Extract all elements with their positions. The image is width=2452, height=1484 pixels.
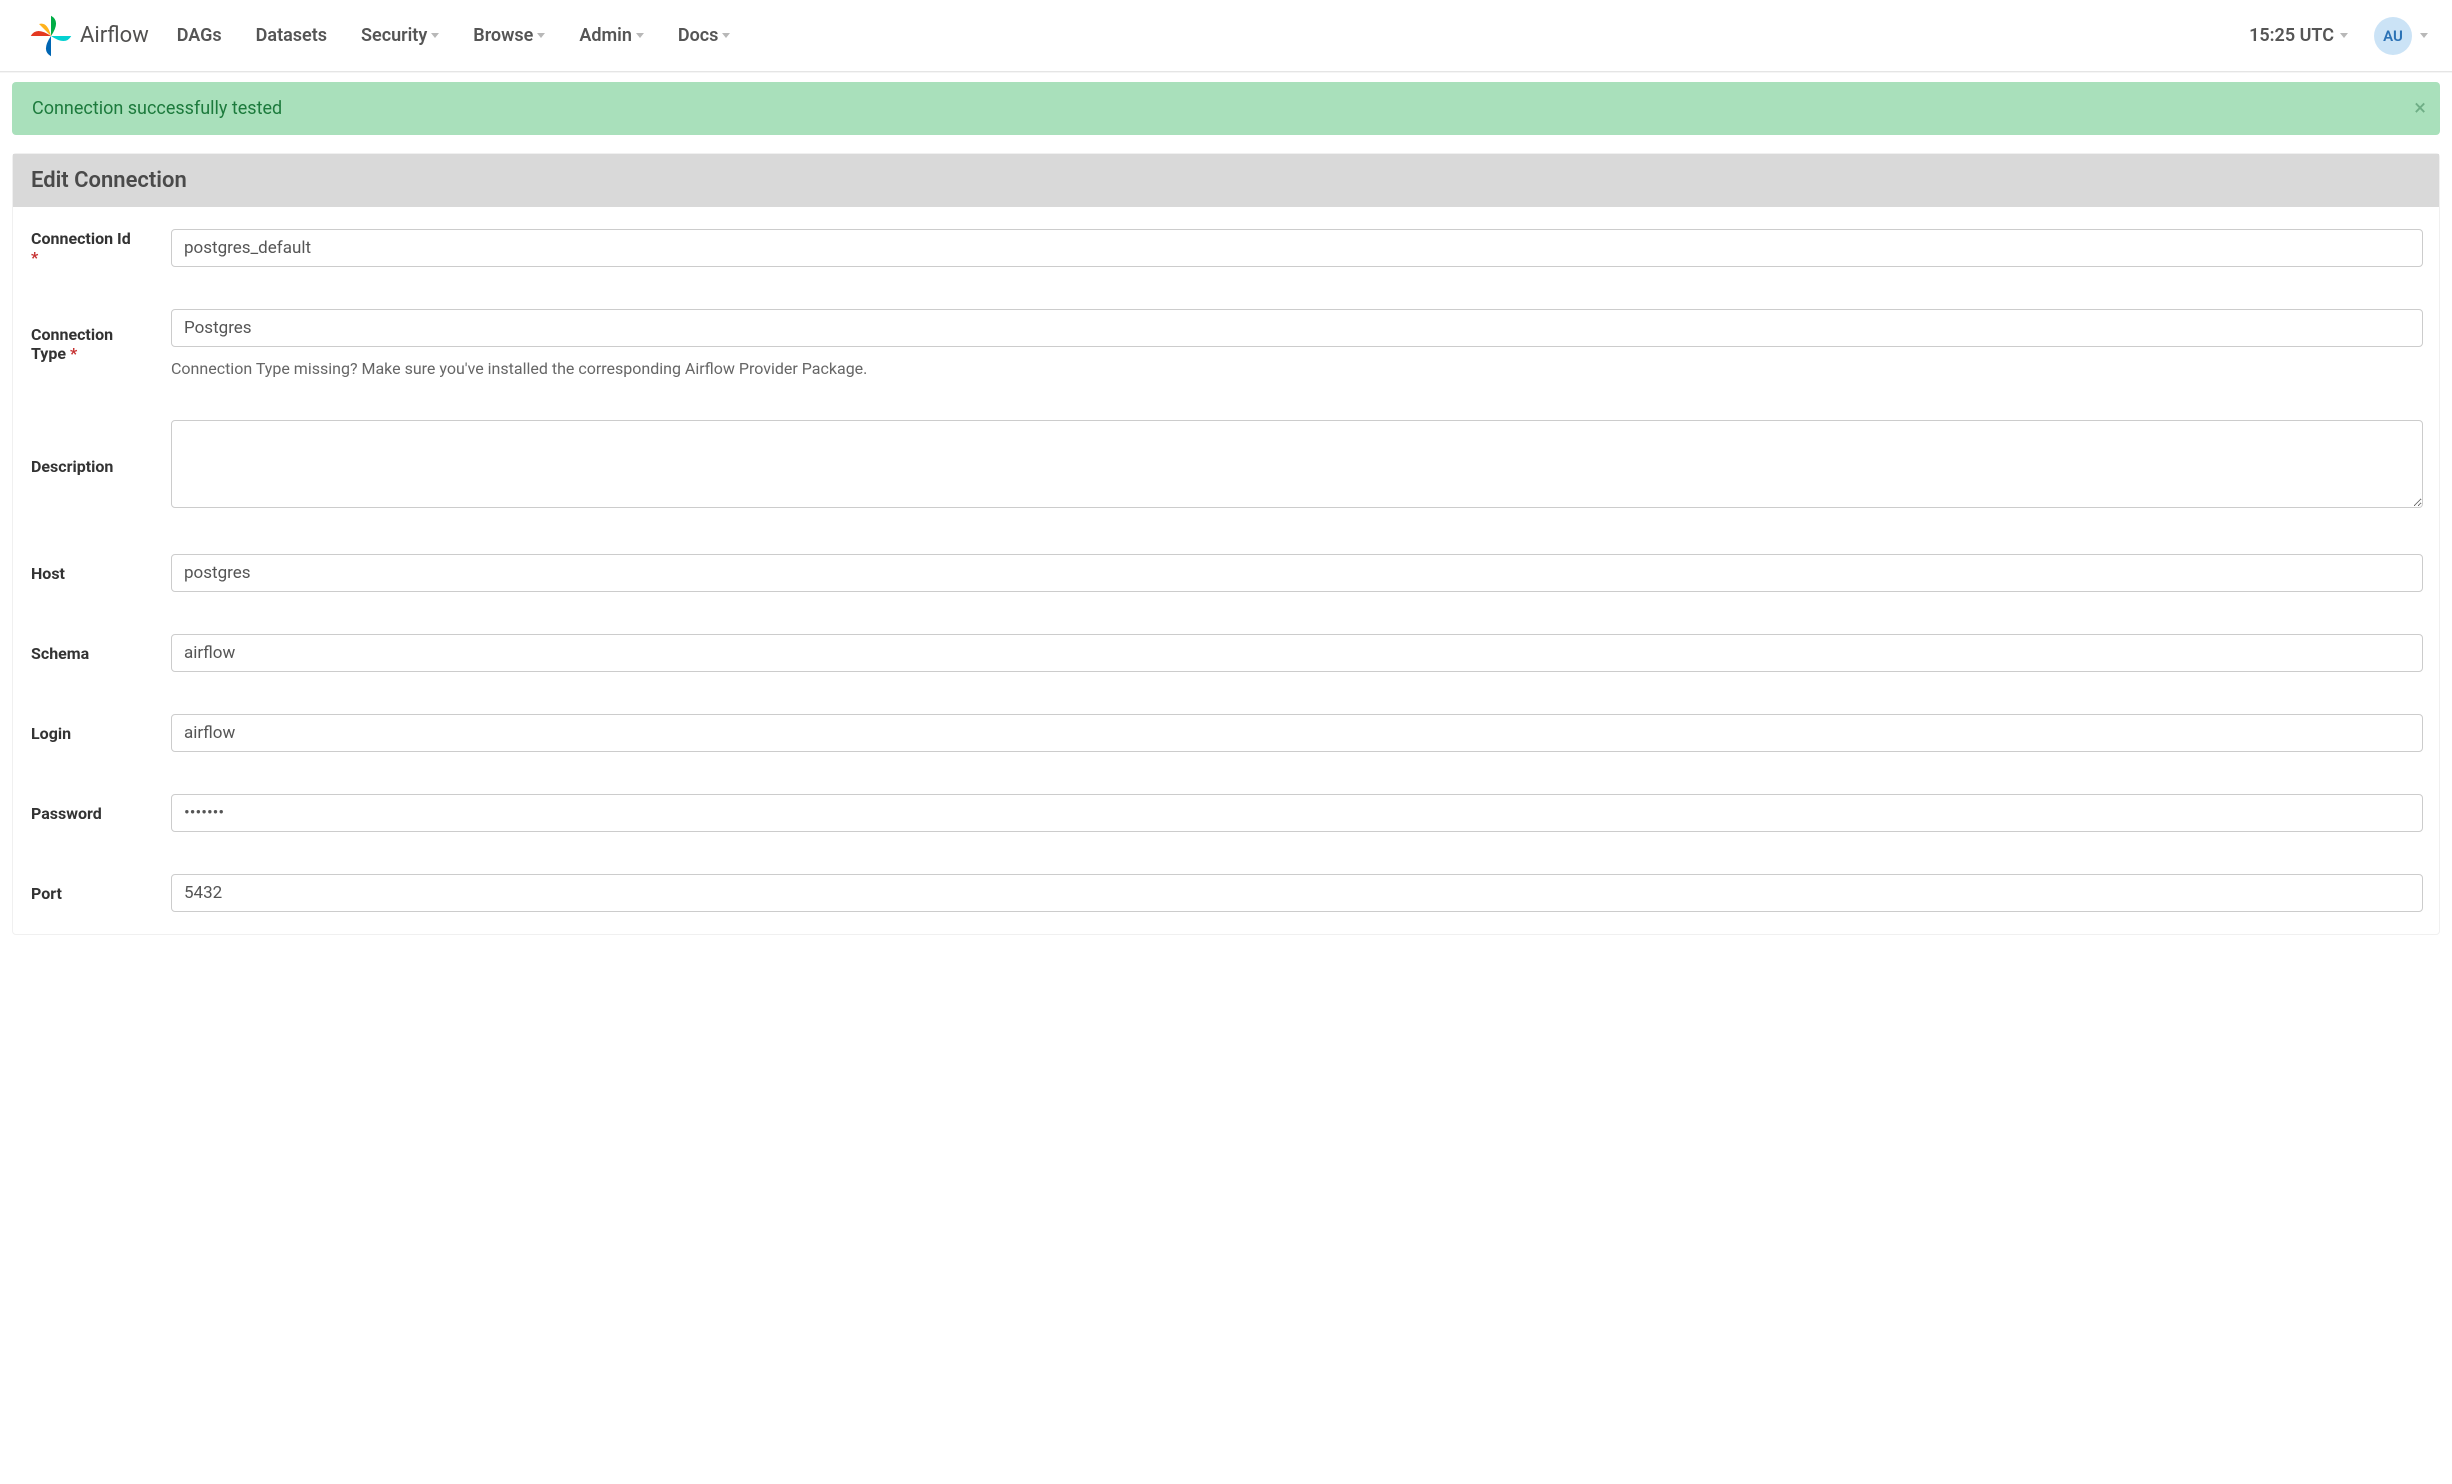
host-input[interactable] — [171, 554, 2423, 592]
chevron-down-icon — [537, 33, 545, 38]
panel-title: Edit Connection — [13, 154, 2439, 207]
nav-label: Security — [361, 25, 427, 46]
alert-text: Connection successfully tested — [32, 98, 282, 119]
label-description: Description — [15, 400, 155, 532]
nav-admin[interactable]: Admin — [579, 25, 644, 46]
row-password: Password — [15, 774, 2437, 852]
avatar-initials: AU — [2383, 27, 2403, 45]
label-connection-type: Connection Type * — [15, 289, 155, 398]
nav-datasets[interactable]: Datasets — [256, 25, 327, 46]
connection-type-help: Connection Type missing? Make sure you'v… — [171, 359, 2423, 378]
required-indicator: * — [70, 344, 77, 363]
brand-text: Airflow — [80, 23, 149, 48]
row-connection-type: Connection Type * Connection Type missin… — [15, 289, 2437, 398]
avatar: AU — [2374, 17, 2412, 55]
row-host: Host — [15, 534, 2437, 612]
nav-label: Docs — [678, 25, 719, 46]
connection-type-select[interactable] — [171, 309, 2423, 347]
edit-connection-panel: Edit Connection Connection Id * Connecti… — [12, 153, 2440, 935]
row-schema: Schema — [15, 614, 2437, 692]
row-connection-id: Connection Id * — [15, 209, 2437, 287]
nav-docs[interactable]: Docs — [678, 25, 731, 46]
close-icon[interactable]: × — [2414, 98, 2426, 120]
alert-success: Connection successfully tested × — [12, 82, 2440, 135]
description-textarea[interactable] — [171, 420, 2423, 508]
label-connection-id: Connection Id * — [15, 209, 155, 287]
nav-browse[interactable]: Browse — [473, 25, 545, 46]
required-indicator: * — [31, 248, 38, 267]
label-host: Host — [15, 534, 155, 612]
chevron-down-icon — [2420, 33, 2428, 38]
chevron-down-icon — [2340, 33, 2348, 38]
login-input[interactable] — [171, 714, 2423, 752]
connection-id-input[interactable] — [171, 229, 2423, 267]
nav-dags[interactable]: DAGs — [177, 25, 222, 46]
nav-label: Browse — [473, 25, 533, 46]
row-port: Port — [15, 854, 2437, 932]
clock-text: 15:25 UTC — [2249, 25, 2334, 46]
nav-label: Admin — [579, 25, 632, 46]
row-description: Description — [15, 400, 2437, 532]
logo[interactable]: Airflow — [28, 13, 149, 59]
label-login: Login — [15, 694, 155, 772]
label-password: Password — [15, 774, 155, 852]
user-menu[interactable]: AU — [2374, 17, 2428, 55]
navbar: Airflow DAGs Datasets Security Browse Ad… — [0, 0, 2452, 72]
label-port: Port — [15, 854, 155, 932]
airflow-pinwheel-icon — [28, 13, 74, 59]
nav-label: Datasets — [256, 25, 327, 46]
chevron-down-icon — [722, 33, 730, 38]
clock-dropdown[interactable]: 15:25 UTC — [2249, 25, 2348, 46]
nav-list: DAGs Datasets Security Browse Admin Docs — [177, 25, 731, 46]
password-input[interactable] — [171, 794, 2423, 832]
connection-form: Connection Id * Connection Type * Connec… — [13, 207, 2439, 934]
page-content: Connection successfully tested × Edit Co… — [0, 72, 2452, 935]
port-input[interactable] — [171, 874, 2423, 912]
chevron-down-icon — [636, 33, 644, 38]
nav-label: DAGs — [177, 25, 222, 46]
schema-input[interactable] — [171, 634, 2423, 672]
chevron-down-icon — [431, 33, 439, 38]
row-login: Login — [15, 694, 2437, 772]
nav-security[interactable]: Security — [361, 25, 439, 46]
label-schema: Schema — [15, 614, 155, 692]
